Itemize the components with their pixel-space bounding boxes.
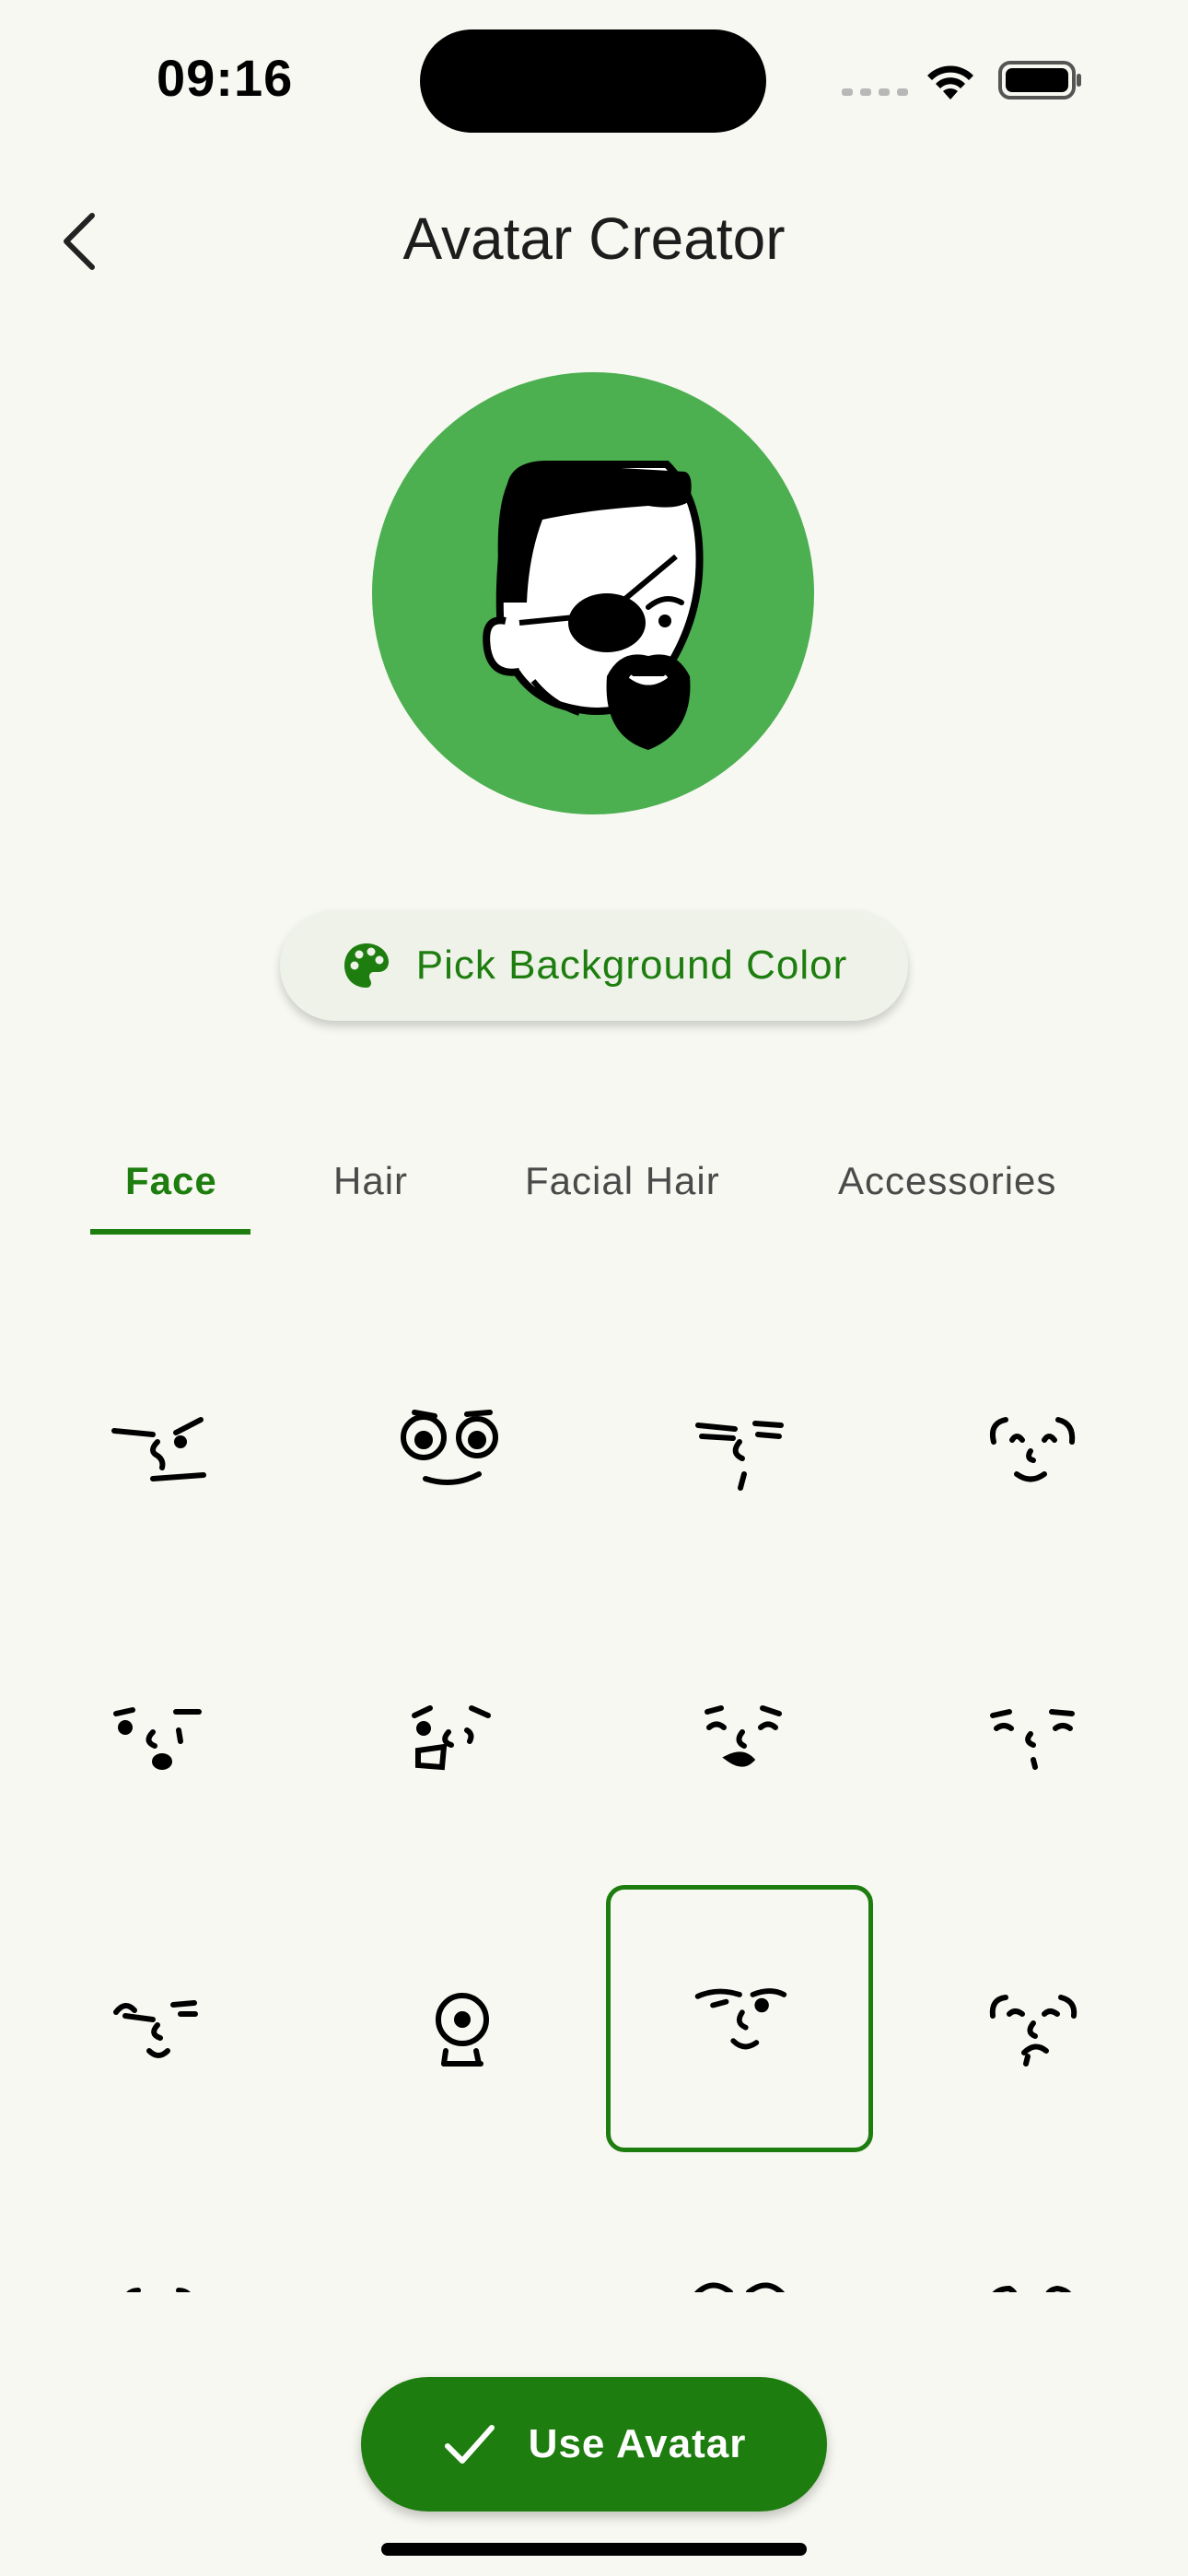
dynamic-island xyxy=(420,29,766,133)
face-option-10[interactable] xyxy=(315,1885,582,2152)
face-option-2[interactable] xyxy=(315,1304,582,1571)
use-avatar-button[interactable]: Use Avatar xyxy=(361,2377,827,2512)
face-option-5[interactable] xyxy=(24,1594,291,1861)
tab-face[interactable]: Face xyxy=(125,1159,217,1203)
status-time: 09:16 xyxy=(157,49,294,107)
use-avatar-label: Use Avatar xyxy=(528,2421,747,2466)
face-option-3[interactable] xyxy=(606,1304,873,1571)
check-icon xyxy=(444,2425,495,2464)
face-option-8[interactable] xyxy=(897,1594,1164,1861)
face-options-grid xyxy=(0,1271,1188,2292)
active-tab-indicator xyxy=(90,1229,250,1235)
avatar-preview xyxy=(372,372,814,814)
page-title: Avatar Creator xyxy=(402,205,786,272)
pick-background-color-button[interactable]: Pick Background Color xyxy=(280,910,908,1021)
tab-facial-hair[interactable]: Facial Hair xyxy=(525,1159,720,1203)
face-option-15[interactable] xyxy=(606,2176,873,2292)
face-option-1[interactable] xyxy=(24,1304,291,1571)
face-option-7[interactable] xyxy=(606,1594,873,1861)
signal-dots-icon xyxy=(842,88,908,96)
face-option-4[interactable] xyxy=(897,1304,1164,1571)
home-indicator[interactable] xyxy=(381,2543,807,2556)
face-option-16[interactable] xyxy=(897,2176,1164,2292)
face-option-9[interactable] xyxy=(24,1885,291,2152)
face-option-13[interactable] xyxy=(24,2176,291,2292)
palette-icon xyxy=(344,943,389,988)
battery-icon xyxy=(998,61,1081,100)
face-option-11-selected[interactable] xyxy=(606,1885,873,2152)
pick-background-color-label: Pick Background Color xyxy=(415,943,848,988)
avatar-illustration xyxy=(483,461,704,750)
tab-hair[interactable]: Hair xyxy=(333,1159,408,1203)
face-option-6[interactable] xyxy=(315,1594,582,1861)
face-option-14[interactable] xyxy=(315,2176,582,2292)
face-option-12[interactable] xyxy=(897,1885,1164,2152)
wifi-icon xyxy=(927,65,973,100)
tab-accessories[interactable]: Accessories xyxy=(838,1159,1056,1203)
